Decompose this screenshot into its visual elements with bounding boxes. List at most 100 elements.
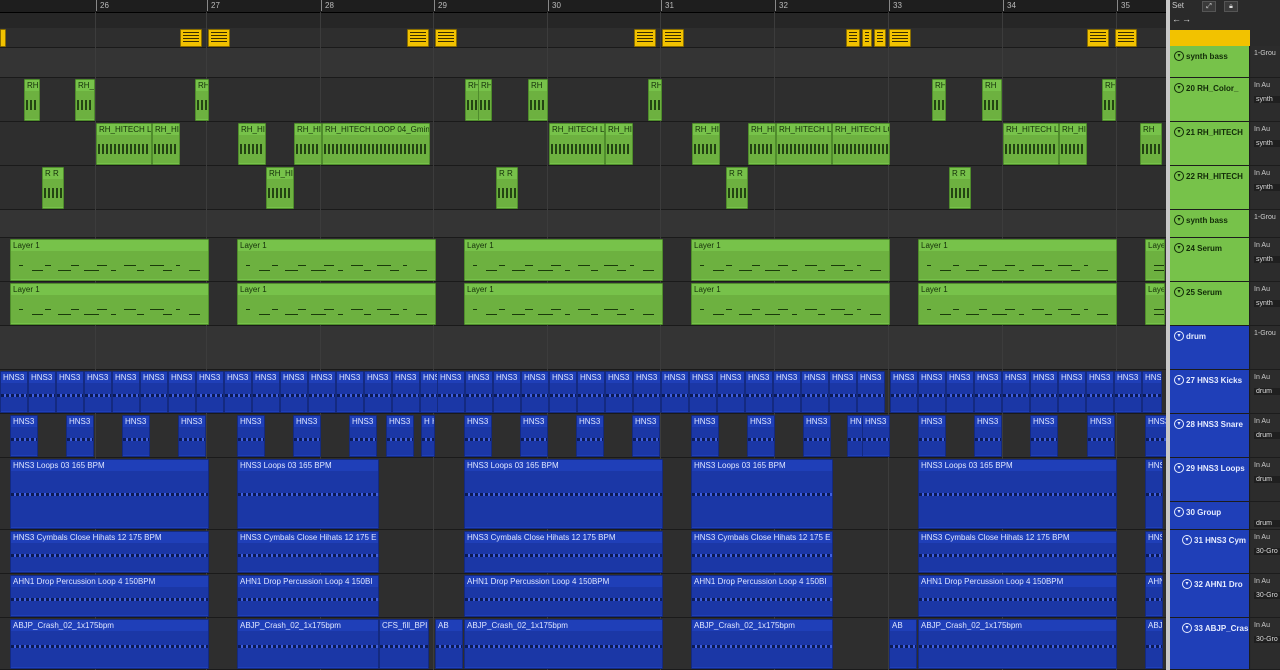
audio-clip[interactable]: Layer 1 <box>10 283 209 325</box>
track-header[interactable]: ▾ synth bass 1-Grou <box>1170 46 1280 78</box>
audio-clip[interactable]: HNS3 I <box>1114 371 1142 413</box>
audio-clip[interactable]: RH <box>932 79 946 121</box>
audio-clip[interactable]: HNS3 I <box>1030 371 1058 413</box>
audio-clip[interactable]: HNS3 S <box>293 415 321 457</box>
audio-clip[interactable]: RH_HITECH LO <box>549 123 605 165</box>
audio-clip[interactable]: HNS3 I <box>946 371 974 413</box>
track-output-select[interactable]: synth <box>1254 96 1280 103</box>
arrow-right-icon[interactable]: → <box>1182 14 1191 24</box>
arrow-left-icon[interactable]: ← <box>1172 14 1181 24</box>
track-name-cell[interactable]: ▾ drum <box>1170 326 1250 369</box>
audio-clip[interactable]: HNS3 S <box>918 415 946 457</box>
audio-clip[interactable]: HNS3 I <box>140 371 168 413</box>
audio-clip[interactable]: HNS3 S <box>237 415 265 457</box>
audio-clip[interactable]: HNS3 I <box>465 371 493 413</box>
track-output-select[interactable]: 30-Gro <box>1254 636 1280 643</box>
audio-clip[interactable]: RH <box>195 79 209 121</box>
locator-clip[interactable] <box>435 29 457 47</box>
locator-clip[interactable] <box>862 29 872 47</box>
audio-clip[interactable]: HNS3 I <box>717 371 745 413</box>
audio-clip[interactable]: RH_HI <box>294 123 322 165</box>
audio-clip[interactable]: HNS3 I <box>605 371 633 413</box>
expand-icon[interactable]: ⤢ <box>1202 1 1216 12</box>
audio-clip[interactable]: HNS3 S <box>803 415 831 457</box>
audio-clip[interactable]: ABJP_Crash_02_1x175bpm <box>464 619 663 669</box>
track-io-top[interactable]: In Au <box>1254 462 1270 469</box>
ruler-bar-26[interactable]: 26 <box>96 0 109 11</box>
audio-clip[interactable]: RH_HI <box>152 123 180 165</box>
audio-clip[interactable]: HNS3 I <box>437 371 465 413</box>
audio-clip[interactable]: HNS3 I <box>196 371 224 413</box>
audio-clip[interactable]: HNS3 I <box>84 371 112 413</box>
audio-clip[interactable]: HNS3 Loops 03 165 BPM <box>918 459 1117 529</box>
audio-clip[interactable]: CFS_fill_BPI <box>379 619 429 669</box>
audio-clip[interactable]: HNS3 I <box>974 371 1002 413</box>
locator-clip[interactable] <box>889 29 911 47</box>
audio-clip[interactable]: Layer 1 <box>464 283 663 325</box>
track-name-cell[interactable]: ▾ 32 AHN1 Dro <box>1170 574 1250 617</box>
audio-clip[interactable]: RH <box>648 79 662 121</box>
audio-clip[interactable]: HNS3 S <box>974 415 1002 457</box>
track-header[interactable]: ▾ 22 RH_HITECH In Au synth <box>1170 166 1280 210</box>
track-name-cell[interactable]: ▾ 33 ABJP_Cras <box>1170 618 1250 669</box>
track-name-cell[interactable]: ▾ 27 HNS3 Kicks <box>1170 370 1250 413</box>
audio-clip[interactable]: H H <box>421 415 435 457</box>
ruler-bar-34[interactable]: 34 <box>1003 0 1016 11</box>
track-header[interactable]: ▾ drum 1-Grou <box>1170 326 1280 370</box>
audio-clip[interactable]: HNS3 Cymbals Close Hihats 12 175 E <box>691 531 833 573</box>
audio-clip[interactable]: ABJP_Crash_02_1x175bpm <box>237 619 379 669</box>
audio-clip[interactable]: HNS3 S <box>632 415 660 457</box>
track-io-top[interactable]: In Au <box>1254 126 1270 133</box>
track-header[interactable]: ▾ 28 HNS3 Snare In Au drum <box>1170 414 1280 458</box>
fold-toggle-icon[interactable]: ▾ <box>1182 579 1192 589</box>
ruler-bar-28[interactable]: 28 <box>321 0 334 11</box>
track-name-cell[interactable]: ▾ 28 HNS3 Snare <box>1170 414 1250 457</box>
audio-clip[interactable]: RH_HI <box>748 123 776 165</box>
track-io-top[interactable]: 1-Grou <box>1254 214 1276 221</box>
fold-toggle-icon[interactable]: ▾ <box>1174 507 1184 517</box>
audio-clip[interactable]: HNS3 S <box>386 415 414 457</box>
audio-clip[interactable]: HNS3 S <box>122 415 150 457</box>
arrangement-view[interactable]: 26272829303132333435 RHRH_ColorRHRHRHRHR… <box>0 0 1166 670</box>
audio-clip[interactable]: Layer 1 <box>237 239 436 281</box>
track-output-select[interactable]: drum <box>1254 476 1280 483</box>
track-name-cell[interactable]: ▾ 31 HNS3 Cym <box>1170 530 1250 573</box>
audio-clip[interactable]: HNS3 I <box>364 371 392 413</box>
audio-clip[interactable]: AHN1 Drop Percussion Loop 4 150BPM <box>918 575 1117 617</box>
track-output-select[interactable]: 30-Gro <box>1254 548 1280 555</box>
audio-clip[interactable]: HNS3 I <box>521 371 549 413</box>
audio-clip[interactable]: HNS3 Cymbals Close Hihats 12 175 BPM <box>918 531 1117 573</box>
audio-clip[interactable]: Layer 1 <box>691 239 890 281</box>
track-io-top[interactable]: In Au <box>1254 82 1270 89</box>
audio-clip[interactable]: Layer 1 <box>1145 283 1165 325</box>
audio-clip[interactable]: ABJP_Crash_02_1x175bpm <box>10 619 209 669</box>
fold-toggle-icon[interactable]: ▾ <box>1174 419 1184 429</box>
audio-clip[interactable]: HNS3 I <box>224 371 252 413</box>
audio-clip[interactable]: HNS3 I <box>28 371 56 413</box>
audio-clip[interactable]: RH <box>478 79 492 121</box>
audio-clip[interactable]: HNS3 I <box>633 371 661 413</box>
audio-clip[interactable]: R R <box>496 167 518 209</box>
audio-clip[interactable]: Layer 1 <box>10 239 209 281</box>
audio-clip[interactable]: HNS3 I <box>56 371 84 413</box>
fold-toggle-icon[interactable]: ▾ <box>1174 331 1184 341</box>
fold-toggle-icon[interactable]: ▾ <box>1174 83 1184 93</box>
audio-clip[interactable]: HNS3 S <box>520 415 548 457</box>
track-header[interactable]: ▾ 31 HNS3 Cym In Au 30-Gro <box>1170 530 1280 574</box>
audio-clip[interactable]: HNS3 I <box>308 371 336 413</box>
audio-clip[interactable]: HNS3 I <box>890 371 918 413</box>
track-header[interactable]: ▾ 32 AHN1 Dro In Au 30-Gro <box>1170 574 1280 618</box>
ruler-bar-31[interactable]: 31 <box>661 0 674 11</box>
audio-clip[interactable]: HNS3 Cymbals Close Hihats 12 175 BPM <box>10 531 209 573</box>
audio-clip[interactable]: HNS3 I <box>493 371 521 413</box>
audio-clip[interactable]: HNS3 I <box>857 371 885 413</box>
audio-clip[interactable]: RH <box>24 79 40 121</box>
track-header[interactable]: ▾ synth bass 1-Grou <box>1170 210 1280 238</box>
locator-clip[interactable] <box>180 29 202 47</box>
track-lane[interactable] <box>0 28 1166 48</box>
track-io-top[interactable]: In Au <box>1254 418 1270 425</box>
audio-clip[interactable]: RH_Color <box>75 79 95 121</box>
track-output-select[interactable]: 30-Gro <box>1254 592 1280 599</box>
audio-clip[interactable]: Layer 1 <box>237 283 436 325</box>
locator-clip[interactable] <box>634 29 656 47</box>
